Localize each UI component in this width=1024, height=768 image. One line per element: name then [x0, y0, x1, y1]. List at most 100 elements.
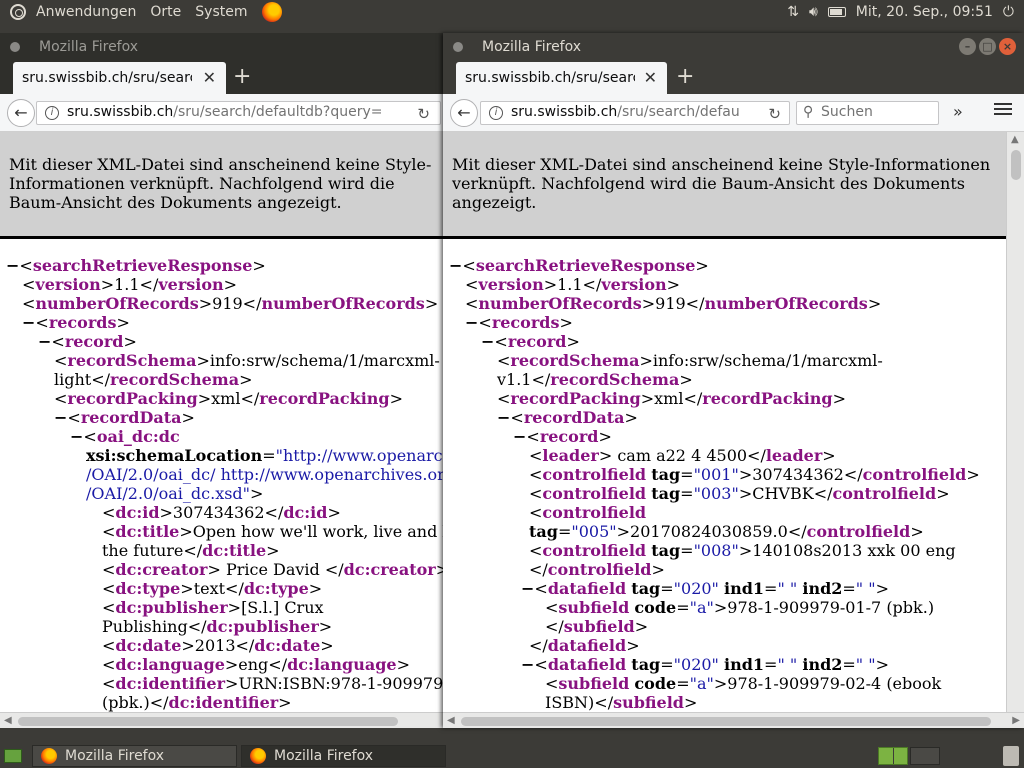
close-icon[interactable]: ×	[999, 38, 1016, 55]
scroll-up-icon[interactable]: ▲	[1011, 134, 1019, 145]
transfer-icon[interactable]: ⇅	[787, 4, 799, 20]
xml-text: >	[116, 313, 130, 332]
reload-icon[interactable]: ↻	[417, 105, 430, 123]
menu-system[interactable]: System	[195, 4, 247, 20]
xml-tag-name: datafield	[547, 655, 627, 674]
scroll-left-icon[interactable]: ◀	[4, 715, 12, 726]
window-menu-icon[interactable]	[10, 41, 20, 52]
battery-icon[interactable]	[827, 7, 846, 17]
taskbar-button[interactable]: Mozilla Firefox	[241, 745, 446, 767]
xml-text: >[S.l.] Crux	[227, 598, 324, 617]
collapse-toggle[interactable]: −	[513, 427, 526, 446]
xml-line: <dc:date>2013</dc:date>	[0, 636, 444, 655]
minimize-icon[interactable]: –	[959, 38, 976, 55]
show-desktop-icon[interactable]	[4, 749, 22, 763]
tab-close-icon[interactable]: ✕	[644, 68, 657, 87]
xml-text: =	[842, 579, 856, 598]
power-icon[interactable]: ⏻	[1003, 4, 1014, 20]
xml-line: −<records>	[0, 313, 444, 332]
xml-line: <dc:type>text</dc:type>	[0, 579, 444, 598]
url-bar[interactable]: i sru.swissbib.ch/sru/search/defaultdb?q…	[36, 101, 441, 125]
xml-tag-name: dc:language	[115, 655, 225, 674]
hamburger-menu-icon[interactable]	[994, 100, 1012, 118]
tab-active[interactable]: sru.swissbib.ch/sru/searc ✕	[456, 62, 667, 94]
overflow-chevron-icon[interactable]: »	[953, 102, 963, 121]
xml-text: =	[676, 674, 690, 693]
collapse-toggle[interactable]: −	[521, 655, 534, 674]
xml-tag-name: dc:date	[115, 636, 182, 655]
reload-icon[interactable]: ↻	[768, 105, 781, 123]
xml-line: <subfield code="a">978-1-909979-01-7 (pb…	[443, 598, 1006, 617]
collapse-toggle[interactable]: −	[521, 579, 534, 598]
xml-tag-name: recordPacking	[67, 389, 198, 408]
vertical-scrollbar[interactable]: ▲	[1006, 132, 1024, 712]
tab-close-icon[interactable]: ✕	[203, 68, 216, 87]
xml-text: >307434362</	[738, 465, 863, 484]
clock[interactable]: Mit, 20. Sep., 09:51	[856, 4, 993, 20]
xml-text: code	[634, 674, 677, 693]
horizontal-scrollbar[interactable]: ◀ ▶	[443, 712, 1024, 728]
trash-icon[interactable]	[1003, 746, 1019, 766]
collapse-toggle[interactable]: −	[497, 408, 510, 427]
xml-tag-name: recordSchema	[550, 370, 680, 389]
new-tab-button[interactable]: +	[676, 64, 694, 89]
url-bar[interactable]: i sru.swissbib.ch/sru/search/defau ↻	[480, 101, 790, 125]
tab-active[interactable]: sru.swissbib.ch/sru/searc ✕	[13, 62, 226, 94]
back-button[interactable]: ←	[450, 99, 478, 127]
maximize-icon[interactable]: □	[979, 38, 996, 55]
xml-text: >	[651, 560, 665, 579]
collapse-toggle[interactable]: −	[22, 313, 35, 332]
xml-line: −<record>	[0, 332, 444, 351]
xml-tag-name: record	[64, 332, 124, 351]
window-titlebar[interactable]: Mozilla Firefox – □ ×	[443, 33, 1024, 60]
horizontal-scroll-thumb[interactable]	[461, 717, 991, 726]
back-button[interactable]: ←	[7, 99, 35, 127]
collapse-toggle[interactable]: −	[465, 313, 478, 332]
xml-tag-name: controlfield	[832, 484, 937, 503]
new-tab-button[interactable]: +	[233, 64, 251, 89]
workspace-switcher-1[interactable]	[878, 747, 908, 765]
firefox-icon	[41, 748, 57, 764]
collapse-toggle[interactable]: −	[54, 408, 67, 427]
xml-line: (pbk.)</dc:identifier>	[0, 693, 444, 712]
info-icon[interactable]: i	[45, 106, 59, 120]
search-input[interactable]: ⚲ Suchen	[796, 101, 939, 125]
xml-text: >	[318, 617, 333, 636]
workspace-switcher-2[interactable]	[910, 747, 940, 765]
xml-text: =	[680, 541, 694, 560]
xml-tag-name: leader	[542, 446, 599, 465]
window-titlebar[interactable]: Mozilla Firefox	[0, 33, 444, 60]
horizontal-scrollbar[interactable]: ◀	[0, 712, 444, 728]
xml-text: <	[102, 598, 116, 617]
firefox-icon	[250, 748, 266, 764]
xml-text: "003"	[693, 484, 739, 503]
xml-tag-name: dc:type	[115, 579, 181, 598]
xml-line: tag="005">20170824030859.0</controlfield…	[443, 522, 1006, 541]
xml-tag-name: dc:publisher	[115, 598, 228, 617]
xml-line: −<oai_dc:dc	[0, 427, 444, 446]
scroll-left-icon[interactable]: ◀	[447, 715, 455, 726]
volume-icon[interactable]: 🔊︎	[809, 4, 818, 20]
menu-orte[interactable]: Orte	[150, 4, 181, 20]
collapse-toggle[interactable]: −	[449, 256, 462, 275]
firefox-launcher-icon[interactable]	[261, 2, 282, 22]
collapse-toggle[interactable]: −	[70, 427, 83, 446]
horizontal-scroll-thumb[interactable]	[18, 717, 398, 726]
scroll-right-icon[interactable]: ▶	[1012, 715, 1020, 726]
xml-tag-name: controlfield	[806, 522, 911, 541]
menu-anwendungen[interactable]: Anwendungen	[36, 4, 136, 20]
xml-text: <	[83, 427, 97, 446]
xml-text: tag	[651, 541, 681, 560]
xml-text: =	[660, 655, 674, 674]
window-menu-icon[interactable]	[453, 41, 463, 52]
collapse-toggle[interactable]: −	[38, 332, 51, 351]
xml-line: </subfield>	[443, 617, 1006, 636]
collapse-toggle[interactable]: −	[6, 256, 19, 275]
collapse-toggle[interactable]: −	[481, 332, 494, 351]
ubuntu-logo-icon[interactable]	[10, 4, 26, 20]
taskbar-button[interactable]: Mozilla Firefox	[32, 745, 237, 767]
xml-text: =	[842, 655, 856, 674]
xml-text: <	[35, 313, 49, 332]
info-icon[interactable]: i	[489, 106, 503, 120]
vertical-scroll-thumb[interactable]	[1011, 150, 1021, 180]
